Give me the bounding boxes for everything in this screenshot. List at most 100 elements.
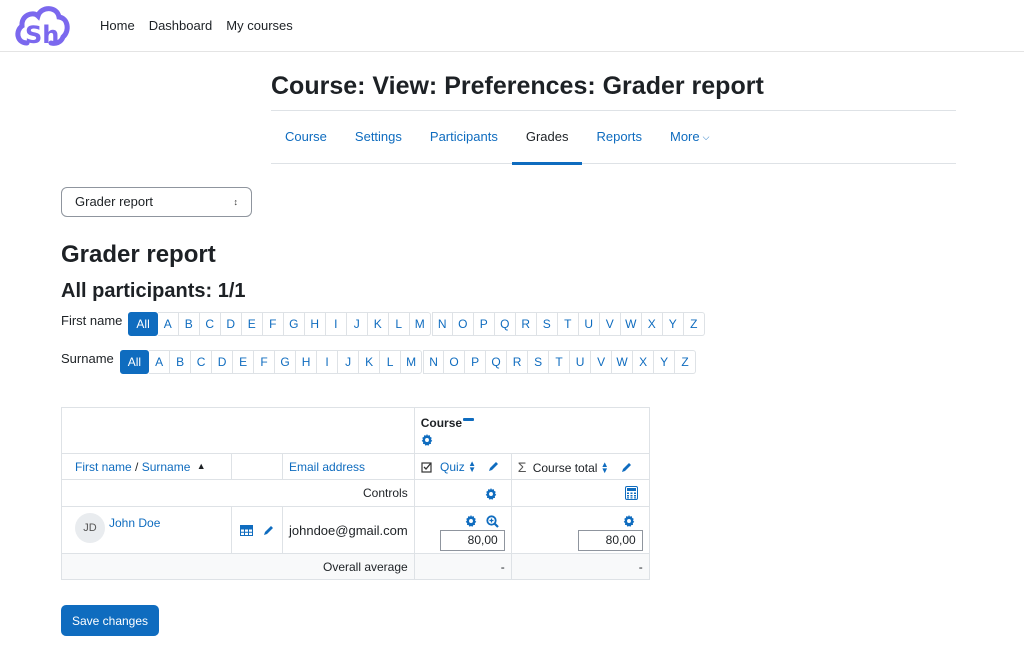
first-name-initial-u[interactable]: U bbox=[578, 312, 600, 336]
controls-row: Controls bbox=[61, 479, 650, 507]
surname-initial-j[interactable]: J bbox=[338, 350, 360, 374]
edit-quiz-icon[interactable] bbox=[487, 461, 499, 473]
surname-initial-l[interactable]: L bbox=[380, 350, 402, 374]
first-name-initial-q[interactable]: Q bbox=[494, 312, 516, 336]
surname-initial-b[interactable]: B bbox=[170, 350, 192, 374]
surname-initial-x[interactable]: X bbox=[633, 350, 655, 374]
site-logo[interactable]: Sh bbox=[13, 3, 71, 49]
surname-initial-n[interactable]: N bbox=[423, 350, 445, 374]
surname-initial-p[interactable]: P bbox=[465, 350, 487, 374]
first-name-initial-f[interactable]: F bbox=[262, 312, 284, 336]
quiz-grade-input[interactable] bbox=[439, 529, 505, 551]
first-name-initial-y[interactable]: Y bbox=[662, 312, 684, 336]
surname-initial-g[interactable]: G bbox=[275, 350, 297, 374]
sort-first-name-link[interactable]: First name bbox=[75, 460, 132, 474]
collapse-icon[interactable] bbox=[463, 417, 475, 423]
first-name-all-button[interactable]: All bbox=[128, 312, 158, 336]
first-name-initial-k[interactable]: K bbox=[367, 312, 389, 336]
first-name-initial-d[interactable]: D bbox=[220, 312, 242, 336]
tab-settings[interactable]: Settings bbox=[341, 118, 416, 164]
surname-initial-s[interactable]: S bbox=[528, 350, 550, 374]
first-name-initial-x[interactable]: X bbox=[641, 312, 663, 336]
report-selector[interactable]: Grader report ↕ bbox=[61, 187, 252, 217]
tab-participants[interactable]: Participants bbox=[416, 118, 512, 164]
surname-initial-e[interactable]: E bbox=[233, 350, 255, 374]
sort-quiz-icon[interactable]: ▲ ▼ bbox=[468, 460, 476, 474]
first-name-initial-g[interactable]: G bbox=[283, 312, 305, 336]
surname-initial-d[interactable]: D bbox=[212, 350, 234, 374]
first-name-initial-n[interactable]: N bbox=[431, 312, 453, 336]
surname-initial-r[interactable]: R bbox=[507, 350, 529, 374]
gear-icon[interactable] bbox=[421, 433, 433, 446]
secondary-navigation: Course Settings Participants Grades Repo… bbox=[271, 118, 956, 165]
first-name-initial-s[interactable]: S bbox=[536, 312, 558, 336]
first-name-initial-m[interactable]: M bbox=[409, 312, 431, 336]
first-name-initial-h[interactable]: H bbox=[304, 312, 326, 336]
surname-initial-q[interactable]: Q bbox=[486, 350, 508, 374]
first-name-initial-j[interactable]: J bbox=[346, 312, 368, 336]
sort-ascending-icon: ▲ bbox=[196, 460, 206, 471]
surname-initial-i[interactable]: I bbox=[317, 350, 339, 374]
surname-all-button[interactable]: All bbox=[119, 350, 150, 374]
surname-initial-v[interactable]: V bbox=[591, 350, 613, 374]
first-name-initial-a[interactable]: A bbox=[157, 312, 179, 336]
first-name-initial-e[interactable]: E bbox=[241, 312, 263, 336]
nav-my-courses[interactable]: My courses bbox=[226, 18, 292, 33]
empty-header-cell bbox=[61, 407, 415, 454]
first-name-initial-o[interactable]: O bbox=[452, 312, 474, 336]
overall-average-row: Overall average - - bbox=[61, 553, 650, 580]
first-name-initial-p[interactable]: P bbox=[473, 312, 495, 336]
category-header-row: Course bbox=[61, 407, 650, 454]
save-changes-button[interactable]: Save changes bbox=[61, 605, 159, 636]
surname-initial-o[interactable]: O bbox=[444, 350, 466, 374]
edit-course-total-icon[interactable] bbox=[620, 462, 632, 474]
chevron-down-icon: ⌵ bbox=[702, 132, 710, 142]
tab-grades[interactable]: Grades bbox=[511, 118, 583, 165]
first-name-initial-l[interactable]: L bbox=[388, 312, 410, 336]
sort-surname-link[interactable]: Surname bbox=[142, 460, 191, 474]
sort-course-total-icon[interactable]: ▲ ▼ bbox=[601, 461, 609, 475]
sort-email-link[interactable]: Email address bbox=[289, 460, 365, 474]
surname-initial-t[interactable]: T bbox=[549, 350, 571, 374]
tab-course[interactable]: Course bbox=[271, 118, 341, 164]
grade-analysis-zoom-icon[interactable] bbox=[486, 515, 499, 528]
single-view-table-icon[interactable] bbox=[240, 525, 254, 537]
surname-initial-k[interactable]: K bbox=[359, 350, 381, 374]
total-settings-gear-icon[interactable] bbox=[623, 515, 635, 528]
first-name-initial-i[interactable]: I bbox=[325, 312, 347, 336]
first-name-initial-z[interactable]: Z bbox=[683, 312, 705, 336]
edit-user-icon[interactable] bbox=[262, 525, 274, 537]
surname-initial-a[interactable]: A bbox=[149, 350, 171, 374]
calculator-icon[interactable] bbox=[624, 486, 638, 501]
user-email: johndoe@gmail.com bbox=[282, 506, 415, 554]
first-name-initial-w[interactable]: W bbox=[620, 312, 642, 336]
tab-more[interactable]: More ⌵ bbox=[656, 118, 723, 164]
course-category-header: Course bbox=[413, 407, 650, 454]
surname-initial-m[interactable]: M bbox=[401, 350, 423, 374]
first-name-initial-b[interactable]: B bbox=[178, 312, 200, 336]
quiz-checkbox-icon bbox=[421, 462, 432, 473]
course-total-grade-input[interactable] bbox=[577, 529, 643, 551]
nav-home[interactable]: Home bbox=[100, 18, 135, 33]
surname-initial-h[interactable]: H bbox=[296, 350, 318, 374]
report-selector-value: Grader report bbox=[75, 194, 154, 209]
quiz-column-link[interactable]: Quiz bbox=[440, 460, 465, 474]
quiz-settings-gear-icon[interactable] bbox=[485, 487, 497, 500]
svg-text:Sh: Sh bbox=[25, 21, 59, 49]
surname-initial-z[interactable]: Z bbox=[675, 350, 697, 374]
grade-settings-gear-icon[interactable] bbox=[465, 515, 477, 527]
nav-dashboard[interactable]: Dashboard bbox=[149, 18, 213, 33]
tab-reports[interactable]: Reports bbox=[582, 118, 656, 164]
surname-initial-f[interactable]: F bbox=[254, 350, 276, 374]
surname-initial-u[interactable]: U bbox=[570, 350, 592, 374]
surname-filter-label: Surname bbox=[61, 350, 114, 366]
user-name-link[interactable]: John Doe bbox=[109, 516, 160, 530]
participants-heading: All participants: 1/1 bbox=[61, 280, 246, 302]
first-name-initial-c[interactable]: C bbox=[199, 312, 221, 336]
first-name-initial-r[interactable]: R bbox=[515, 312, 537, 336]
surname-initial-w[interactable]: W bbox=[612, 350, 634, 374]
first-name-initial-v[interactable]: V bbox=[599, 312, 621, 336]
first-name-initial-t[interactable]: T bbox=[557, 312, 579, 336]
surname-initial-c[interactable]: C bbox=[191, 350, 213, 374]
surname-initial-y[interactable]: Y bbox=[654, 350, 676, 374]
